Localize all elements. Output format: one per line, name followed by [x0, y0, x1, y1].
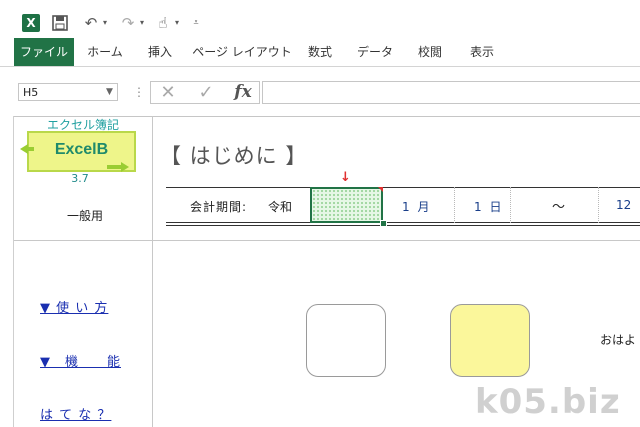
- tab-file[interactable]: ファイル: [14, 38, 74, 66]
- tab-home[interactable]: ホーム: [80, 38, 130, 66]
- fiscal-period-label: 会計期間:: [190, 200, 248, 214]
- period-bottom-rule: [166, 222, 640, 223]
- cancel-icon[interactable]: ✕: [156, 81, 180, 104]
- touch-dropdown-icon[interactable]: ▾: [172, 14, 182, 32]
- day-unit: 日: [489, 200, 504, 214]
- yellow-rounded-button[interactable]: [450, 304, 530, 377]
- formula-bar-grip-icon[interactable]: ⋮: [133, 83, 145, 101]
- horizontal-divider: [14, 240, 640, 241]
- cell-separator: [454, 187, 456, 223]
- logo-version: 3.7: [71, 172, 89, 185]
- down-arrow-indicator-icon: ↓: [340, 170, 351, 185]
- watermark: k05.biz: [475, 382, 621, 422]
- start-month-value: 1: [402, 200, 412, 214]
- tab-review[interactable]: 校閲: [408, 38, 452, 66]
- logo-right-arrow-icon: [107, 162, 129, 172]
- link-features[interactable]: ▼ 機 能: [40, 351, 121, 370]
- save-icon[interactable]: [52, 14, 68, 32]
- link-faq[interactable]: は て な ？: [40, 404, 111, 423]
- month-unit: 月: [417, 200, 432, 214]
- insert-function-icon[interactable]: fx: [232, 81, 254, 104]
- redo-icon[interactable]: ↷: [117, 14, 139, 32]
- touch-mode-icon[interactable]: ☝: [154, 14, 172, 32]
- excel-icon: X: [22, 14, 40, 32]
- period-top-rule: [166, 187, 640, 188]
- edition-label: 一般用: [66, 209, 103, 223]
- start-day-value: 1: [474, 200, 484, 214]
- white-rounded-button[interactable]: [306, 304, 386, 377]
- end-period-value[interactable]: 12: [616, 198, 631, 212]
- logo-name: ExcelB: [54, 141, 109, 158]
- name-box[interactable]: H5: [18, 83, 118, 101]
- page-title: 【 はじめに 】: [160, 144, 308, 168]
- sheet-left-border: [13, 116, 14, 427]
- period-separator: ～: [552, 200, 566, 215]
- tab-insert[interactable]: 挿入: [138, 38, 182, 66]
- start-day-cell[interactable]: 1 日: [474, 198, 503, 215]
- era-label: 令和: [268, 200, 293, 214]
- link-usage[interactable]: ▼ 使 い 方: [40, 297, 108, 316]
- selected-cell-year[interactable]: [310, 187, 383, 223]
- greeting-text: おはよ: [600, 333, 637, 347]
- tab-view[interactable]: 表示: [460, 38, 504, 66]
- customize-qat-icon[interactable]: ⩡: [190, 14, 202, 32]
- comment-indicator-icon: [378, 187, 383, 192]
- enter-icon[interactable]: ✓: [194, 81, 218, 104]
- fill-handle[interactable]: [380, 220, 387, 227]
- tab-formulas[interactable]: 数式: [298, 38, 342, 66]
- tab-data[interactable]: データ: [350, 38, 400, 66]
- name-box-dropdown-icon[interactable]: ▼: [106, 83, 113, 101]
- redo-dropdown-icon[interactable]: ▾: [137, 14, 147, 32]
- formula-input[interactable]: [262, 81, 640, 104]
- period-bottom-rule-double: [166, 225, 640, 226]
- undo-icon[interactable]: ↶: [80, 14, 102, 32]
- vertical-divider: [152, 116, 153, 427]
- start-month-cell[interactable]: 1 月: [402, 198, 431, 215]
- cell-separator: [598, 187, 600, 223]
- cell-separator: [510, 187, 512, 223]
- undo-dropdown-icon[interactable]: ▾: [100, 14, 110, 32]
- tab-page-layout[interactable]: ページ レイアウト: [190, 38, 294, 66]
